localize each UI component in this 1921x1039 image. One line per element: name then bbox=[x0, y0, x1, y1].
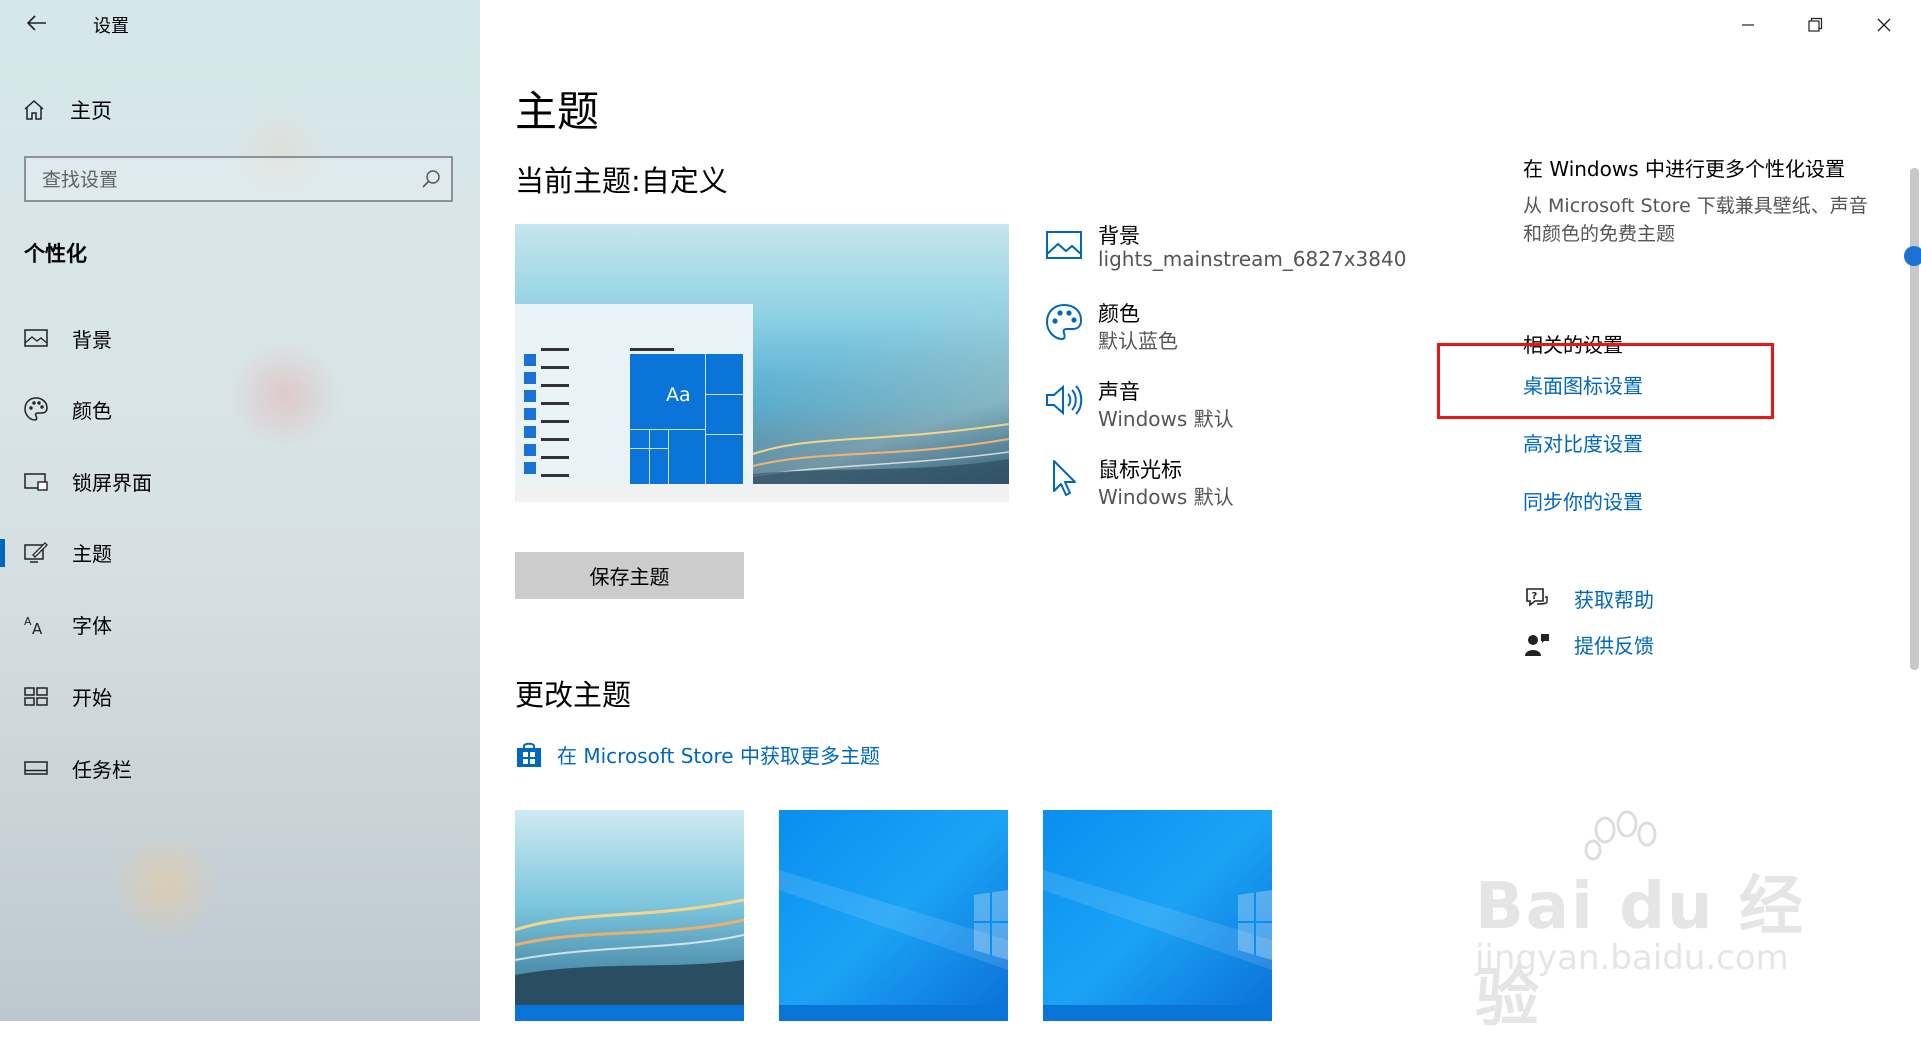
palette-icon bbox=[24, 397, 48, 421]
more-personalization-heading: 在 Windows 中进行更多个性化设置 bbox=[1523, 157, 1845, 181]
search-icon[interactable] bbox=[421, 169, 441, 189]
home-icon bbox=[24, 99, 44, 120]
thumbnail-wallpaper bbox=[779, 810, 1008, 1021]
app-title: 设置 bbox=[93, 16, 129, 37]
restore-button[interactable] bbox=[1792, 10, 1838, 40]
light-streaks bbox=[753, 423, 1009, 484]
get-help-label: 获取帮助 bbox=[1574, 588, 1654, 612]
thumbnail-taskbar bbox=[779, 1005, 1008, 1021]
property-value: 默认蓝色 bbox=[1098, 329, 1178, 353]
thumbnail-taskbar bbox=[1043, 1005, 1272, 1021]
sidebar-item-label: 主题 bbox=[72, 541, 112, 566]
feedback-link[interactable]: 提供反馈 bbox=[1523, 630, 1654, 659]
speaker-icon bbox=[1046, 384, 1083, 416]
preview-tile-text: Aa bbox=[666, 384, 691, 406]
sidebar-item-themes[interactable]: 主题 bbox=[0, 526, 480, 578]
sidebar-item-fonts[interactable]: A A 字体 bbox=[0, 598, 480, 650]
property-value: Windows 默认 bbox=[1098, 485, 1234, 509]
start-icon bbox=[24, 687, 48, 706]
svg-text:?: ? bbox=[1532, 591, 1538, 602]
get-help-link[interactable]: ? 获取帮助 bbox=[1523, 584, 1654, 613]
page-title: 主题 bbox=[515, 87, 600, 136]
font-icon: A A bbox=[24, 615, 43, 637]
thumbnail-taskbar bbox=[515, 1005, 744, 1021]
theme-icon bbox=[24, 542, 48, 563]
property-name: 声音 bbox=[1098, 380, 1140, 404]
watermark-url: jingyan.baidu.com bbox=[1475, 938, 1789, 978]
sidebar-home[interactable]: 主页 bbox=[22, 94, 112, 126]
store-icon bbox=[517, 742, 541, 767]
feedback-label: 提供反馈 bbox=[1574, 634, 1654, 658]
thumbnail-wallpaper bbox=[515, 810, 744, 1021]
theme-preview: Aa bbox=[515, 224, 1009, 502]
sidebar-item-start[interactable]: 开始 bbox=[0, 670, 480, 722]
theme-thumbnail-windows-2[interactable] bbox=[1043, 810, 1272, 1021]
svg-text:A: A bbox=[32, 620, 43, 637]
sidebar-item-colors[interactable]: 颜色 bbox=[0, 383, 480, 435]
theme-thumbnail-windows-1[interactable] bbox=[779, 810, 1008, 1021]
palette-icon bbox=[1045, 303, 1083, 341]
store-link[interactable]: 在 Microsoft Store 中获取更多主题 bbox=[515, 740, 880, 769]
baidu-watermark: Bai du 经验 jingyan.baidu.com bbox=[1470, 810, 1820, 1036]
thumbnail-wallpaper bbox=[1043, 810, 1272, 1021]
sidebar-item-taskbar[interactable]: 任务栏 bbox=[0, 742, 480, 794]
search-box[interactable] bbox=[24, 156, 453, 202]
back-arrow-icon bbox=[26, 15, 46, 31]
property-value: lights_mainstream_6827x3840 bbox=[1098, 247, 1407, 271]
cursor-icon bbox=[1053, 460, 1076, 496]
minimize-icon bbox=[1742, 24, 1754, 26]
sidebar-item-lock-screen[interactable]: 锁屏界面 bbox=[0, 455, 480, 507]
sync-settings-link[interactable]: 同步你的设置 bbox=[1523, 486, 1643, 515]
sidebar: 设置 主页 个性化 背景 颜色 锁屏界面 bbox=[0, 0, 480, 1021]
sidebar-item-label: 字体 bbox=[72, 613, 112, 638]
store-link-label: 在 Microsoft Store 中获取更多主题 bbox=[557, 744, 880, 768]
change-theme-title: 更改主题 bbox=[515, 678, 632, 712]
sidebar-item-background[interactable]: 背景 bbox=[0, 312, 480, 364]
section-title: 个性化 bbox=[24, 242, 87, 266]
sidebar-item-label: 背景 bbox=[72, 327, 112, 352]
back-button[interactable] bbox=[22, 8, 52, 38]
highlight-annotation bbox=[1437, 343, 1774, 419]
high-contrast-settings-link[interactable]: 高对比度设置 bbox=[1523, 428, 1643, 457]
close-icon bbox=[1877, 18, 1891, 32]
save-theme-button[interactable]: 保存主题 bbox=[515, 552, 744, 599]
restore-icon bbox=[1808, 17, 1823, 32]
feedback-icon bbox=[1525, 633, 1549, 656]
current-theme-title: 当前主题:自定义 bbox=[515, 164, 728, 198]
home-label: 主页 bbox=[70, 99, 112, 123]
property-value: Windows 默认 bbox=[1098, 407, 1234, 431]
theme-thumbnail-lights[interactable] bbox=[515, 810, 744, 1021]
property-name: 背景 bbox=[1098, 224, 1140, 248]
close-button[interactable] bbox=[1861, 10, 1907, 40]
sidebar-item-label: 颜色 bbox=[72, 398, 112, 423]
minimize-button[interactable] bbox=[1725, 10, 1771, 40]
lock-screen-icon bbox=[24, 473, 48, 491]
taskbar-icon bbox=[24, 761, 48, 775]
preview-tiles bbox=[630, 354, 743, 484]
more-personalization-description: 从 Microsoft Store 下载兼具壁纸、声音和颜色的免费主题 bbox=[1523, 195, 1868, 245]
scroll-thumb[interactable] bbox=[1904, 246, 1921, 266]
image-icon bbox=[24, 329, 48, 347]
property-name: 鼠标光标 bbox=[1098, 458, 1182, 482]
sidebar-item-label: 任务栏 bbox=[72, 757, 132, 782]
sidebar-item-label: 开始 bbox=[72, 685, 112, 710]
scrollbar[interactable] bbox=[1910, 168, 1919, 670]
search-input[interactable] bbox=[40, 158, 404, 202]
image-icon bbox=[1046, 231, 1082, 259]
property-name: 颜色 bbox=[1098, 302, 1140, 326]
sidebar-item-label: 锁屏界面 bbox=[72, 470, 152, 495]
svg-text:A: A bbox=[24, 615, 32, 628]
help-chat-icon: ? bbox=[1526, 587, 1548, 607]
